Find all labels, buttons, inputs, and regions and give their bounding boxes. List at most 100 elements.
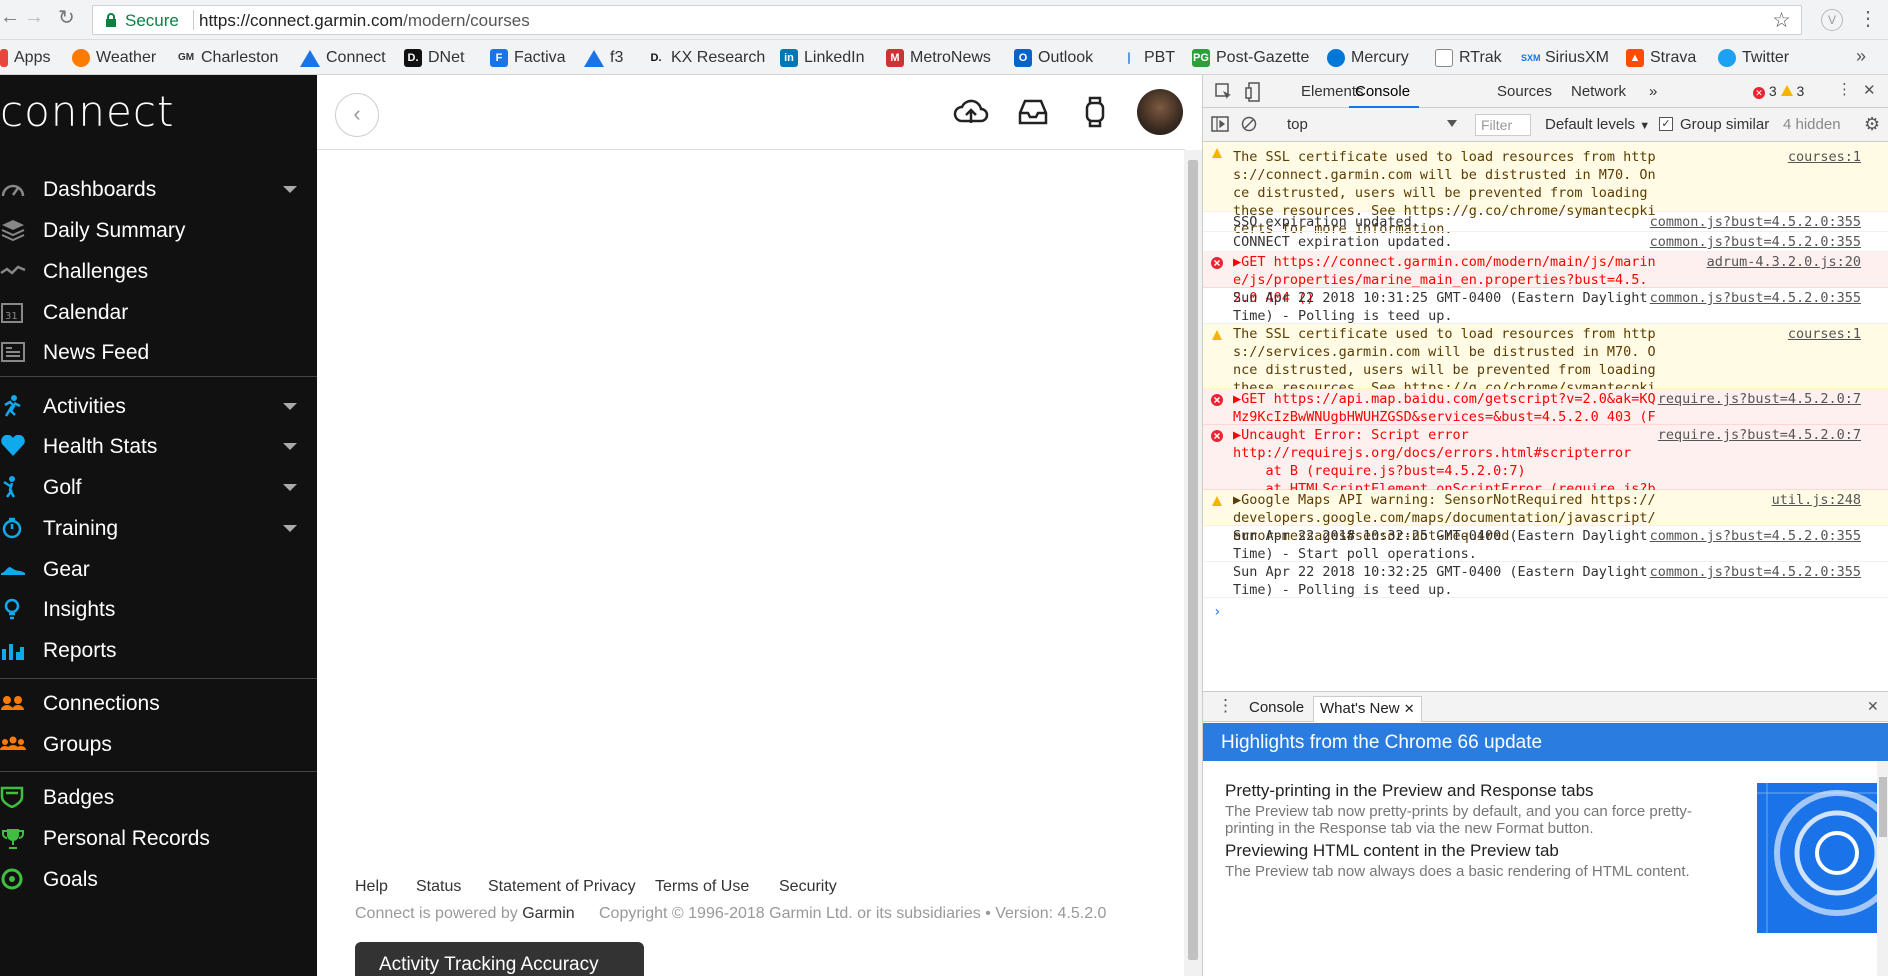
chrome-menu-icon[interactable]: ⋮ xyxy=(1858,6,1878,31)
whats-new-item-title[interactable]: Pretty-printing in the Preview and Respo… xyxy=(1225,781,1594,801)
sidebar-item-reports[interactable]: Reports xyxy=(0,630,317,670)
sidebar-item-calendar[interactable]: 31 Calendar xyxy=(0,292,317,332)
chevron-down-icon[interactable] xyxy=(283,403,297,410)
close-icon[interactable]: ✕ xyxy=(1863,81,1876,99)
sidebar-toggle-icon[interactable] xyxy=(1211,116,1229,132)
scrollbar-thumb[interactable] xyxy=(1879,777,1887,837)
sidebar-item-groups[interactable]: Groups xyxy=(0,724,317,764)
inbox-icon[interactable] xyxy=(1015,95,1051,129)
close-tab-icon[interactable]: ✕ xyxy=(1404,701,1415,716)
settings-gear-icon[interactable]: ⚙ xyxy=(1864,114,1880,135)
sidebar-item-news-feed[interactable]: News Feed xyxy=(0,332,317,372)
footer-link-help[interactable]: Help xyxy=(355,878,388,896)
drawer-menu-icon[interactable]: ⋮ xyxy=(1217,696,1234,716)
more-tabs-icon[interactable]: » xyxy=(1649,83,1657,100)
footer-link-security[interactable]: Security xyxy=(779,878,837,896)
footer-link-status[interactable]: Status xyxy=(416,878,461,896)
sidebar-item-training[interactable]: Training xyxy=(0,508,317,548)
bookmark-weather[interactable]: Weather xyxy=(72,47,156,69)
message-source-link[interactable]: common.js?bust=4.5.2.0:355 xyxy=(1650,563,1861,581)
clear-console-icon[interactable] xyxy=(1241,116,1257,132)
console-message[interactable]: Sun Apr 22 2018 10:31:25 GMT-0400 (Easte… xyxy=(1203,288,1888,324)
message-source-link[interactable]: common.js?bust=4.5.2.0:355 xyxy=(1650,213,1861,231)
bookmark-star-icon[interactable]: ☆ xyxy=(1772,8,1791,33)
cloud-upload-icon[interactable] xyxy=(953,95,989,129)
forward-icon[interactable]: → xyxy=(24,6,44,29)
bookmark-kx-research[interactable]: D. KX Research xyxy=(647,47,766,69)
sidebar-item-badges[interactable]: Badges xyxy=(0,777,317,817)
device-toolbar-icon[interactable] xyxy=(1245,82,1263,102)
message-source-link[interactable]: require.js?bust=4.5.2.0:7 xyxy=(1658,390,1861,408)
devtools-menu-icon[interactable]: ⋮ xyxy=(1837,80,1852,98)
console-message[interactable]: Sun Apr 22 2018 10:32:25 GMT-0400 (Easte… xyxy=(1203,562,1888,598)
bookmark-strava[interactable]: ▲ Strava xyxy=(1626,47,1696,69)
bookmark-twitter[interactable]: Twitter xyxy=(1718,47,1789,69)
bookmark-charleston[interactable]: GM Charleston xyxy=(177,47,278,69)
address-bar[interactable]: Secure https://connect.garmin.com/modern… xyxy=(92,5,1802,35)
message-source-link[interactable]: require.js?bust=4.5.2.0:7 xyxy=(1658,426,1861,444)
sidebar-item-gear[interactable]: Gear xyxy=(0,549,317,589)
console-message-warning[interactable]: The SSL certificate used to load resourc… xyxy=(1203,142,1888,237)
inspect-icon[interactable] xyxy=(1215,83,1233,101)
console-message-error[interactable]: ▶GET https://api.map.baidu.com/getscript… xyxy=(1203,389,1888,443)
bookmark-linkedin[interactable]: in LinkedIn xyxy=(780,47,865,69)
bookmark-dnet[interactable]: D. DNet xyxy=(404,47,464,69)
console-message-warning[interactable]: The SSL certificate used to load resourc… xyxy=(1203,324,1888,414)
bookmark-outlook[interactable]: O Outlook xyxy=(1014,47,1093,69)
chevron-down-icon[interactable] xyxy=(283,525,297,532)
activity-tracking-accuracy-button[interactable]: Activity Tracking Accuracy xyxy=(355,942,644,976)
collapse-sidebar-button[interactable]: ‹ xyxy=(335,93,379,137)
console-message[interactable]: Sun Apr 22 2018 10:32:25 GMT-0400 (Easte… xyxy=(1203,526,1888,562)
message-source-link[interactable]: util.js:248 xyxy=(1772,491,1861,509)
connect-logo[interactable]: connect xyxy=(0,87,174,136)
bookmark-connect[interactable]: Connect xyxy=(300,47,386,69)
drawer-tab-whats-new[interactable]: What's New ✕ xyxy=(1313,696,1422,722)
back-icon[interactable]: ← xyxy=(0,6,20,29)
sidebar-item-health-stats[interactable]: Health Stats xyxy=(0,426,317,466)
scrollbar-thumb[interactable] xyxy=(1188,160,1198,960)
sidebar-item-activities[interactable]: Activities xyxy=(0,386,317,426)
console-message[interactable]: SSO expiration updated. common.js?bust=4… xyxy=(1203,212,1888,232)
sidebar-item-daily-summary[interactable]: Daily Summary xyxy=(0,210,317,250)
console-message-warning[interactable]: ▶Google Maps API warning: SensorNotRequi… xyxy=(1203,490,1888,544)
profile-icon[interactable]: V xyxy=(1821,9,1843,31)
console-message-error[interactable]: ▶Uncaught Error: Script error http://req… xyxy=(1203,425,1888,515)
tab-console[interactable]: Console xyxy=(1355,83,1410,100)
message-source-link[interactable]: adrum-4.3.2.0.js:20 xyxy=(1707,253,1861,271)
message-source-link[interactable]: courses:1 xyxy=(1788,325,1861,343)
sidebar-item-connections[interactable]: Connections xyxy=(0,683,317,723)
sidebar-item-challenges[interactable]: Challenges xyxy=(0,251,317,291)
bookmark-factiva[interactable]: F Factiva xyxy=(490,47,566,69)
sidebar-item-goals[interactable]: Goals xyxy=(0,859,317,899)
bookmark-post-gazette[interactable]: PG Post-Gazette xyxy=(1192,47,1309,69)
log-levels-select[interactable]: Default levels ▼ xyxy=(1545,116,1650,133)
drawer-tab-console[interactable]: Console xyxy=(1249,699,1304,716)
sidebar-item-insights[interactable]: Insights xyxy=(0,589,317,629)
drawer-scrollbar[interactable] xyxy=(1877,761,1888,976)
reload-icon[interactable]: ↻ xyxy=(58,5,75,30)
tab-sources[interactable]: Sources xyxy=(1497,83,1552,100)
close-drawer-icon[interactable]: ✕ xyxy=(1867,698,1879,715)
whats-new-item-title[interactable]: Previewing HTML content in the Preview t… xyxy=(1225,841,1559,861)
sidebar-item-personal-records[interactable]: Personal Records xyxy=(0,818,317,858)
message-source-link[interactable]: common.js?bust=4.5.2.0:355 xyxy=(1650,233,1861,251)
bookmark-rtrak[interactable]: RTrak xyxy=(1435,47,1502,69)
avatar[interactable] xyxy=(1137,89,1183,135)
console-message-error[interactable]: ▶GET https://connect.garmin.com/modern/m… xyxy=(1203,252,1888,306)
sidebar-item-dashboards[interactable]: Dashboards xyxy=(0,169,317,209)
bookmark-metronews[interactable]: M MetroNews xyxy=(886,47,991,69)
main-scrollbar[interactable] xyxy=(1184,150,1202,976)
garmin-link[interactable]: Garmin xyxy=(522,905,574,922)
filter-input[interactable]: Filter xyxy=(1475,114,1531,136)
bookmark-siriusxm[interactable]: SXM SiriusXM xyxy=(1521,47,1609,69)
bookmark-pbt[interactable]: ❘ PBT xyxy=(1120,47,1175,69)
chevron-down-icon[interactable] xyxy=(283,443,297,450)
console-message[interactable]: CONNECT expiration updated. common.js?bu… xyxy=(1203,232,1888,252)
chevron-down-icon[interactable] xyxy=(283,484,297,491)
message-source-link[interactable]: common.js?bust=4.5.2.0:355 xyxy=(1650,289,1861,307)
footer-link-privacy[interactable]: Statement of Privacy xyxy=(488,878,636,896)
bookmark-apps[interactable]: Apps xyxy=(0,47,50,69)
sidebar-item-golf[interactable]: Golf xyxy=(0,467,317,507)
context-selector[interactable]: top xyxy=(1287,116,1457,133)
issue-counter[interactable]: ✕ 3 3 xyxy=(1753,83,1804,99)
